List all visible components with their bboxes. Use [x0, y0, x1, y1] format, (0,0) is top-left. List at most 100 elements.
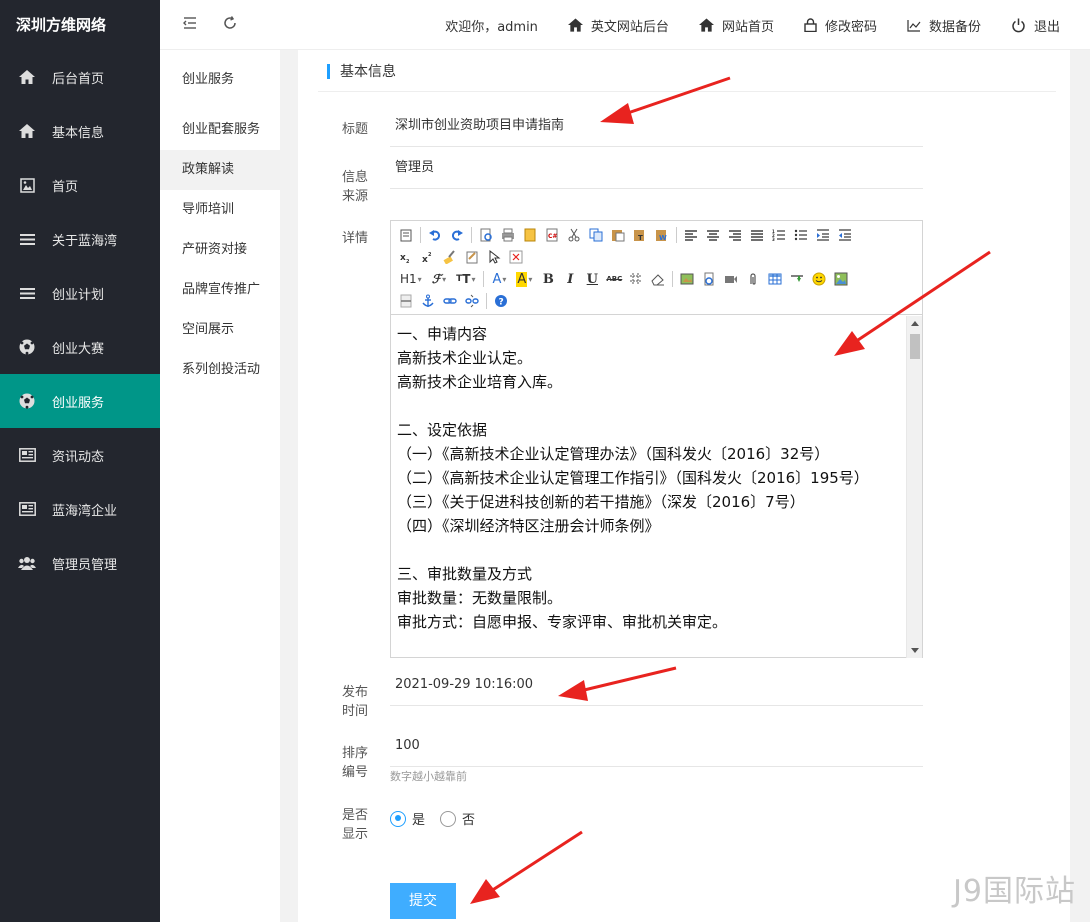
help-icon[interactable]: ? — [493, 293, 509, 309]
template-icon[interactable] — [522, 227, 538, 243]
align-center-icon[interactable] — [705, 227, 721, 243]
submenu-item-1[interactable]: 创业配套服务 — [160, 110, 280, 150]
attach-file-icon[interactable] — [701, 271, 717, 287]
publish-time-input[interactable]: 2021-09-29 10:16:00 — [390, 668, 923, 706]
home-icon — [567, 18, 587, 32]
submit-button[interactable]: 提交 — [390, 883, 456, 919]
scroll-down-arrow-icon[interactable] — [911, 648, 919, 653]
scroll-up-arrow-icon[interactable] — [911, 321, 919, 326]
highlight-color-dropdown[interactable]: A ▾ — [514, 271, 534, 287]
cut-icon[interactable] — [566, 227, 582, 243]
ordered-list-icon[interactable]: 123 — [771, 227, 787, 243]
submenu-item-3[interactable]: 导师培训 — [160, 190, 280, 230]
indent-icon[interactable] — [815, 227, 831, 243]
sidebar-item-3[interactable]: 关于蓝海湾 — [0, 212, 160, 266]
top-link-4[interactable]: 退出 — [1011, 16, 1060, 35]
submenu-item-0[interactable]: 创业服务 — [160, 60, 280, 100]
emoji-icon[interactable] — [811, 271, 827, 287]
title-input[interactable]: 深圳市创业资助项目申请指南 — [390, 109, 923, 147]
refresh-icon[interactable] — [222, 15, 240, 33]
sidebar-item-5[interactable]: 创业大赛 — [0, 320, 160, 374]
show-yes-radio[interactable]: 是 — [390, 809, 425, 828]
collapse-menu-icon[interactable] — [182, 15, 200, 33]
align-justify-icon[interactable] — [749, 227, 765, 243]
video-icon[interactable] — [723, 271, 739, 287]
submenu-item-2[interactable]: 政策解读 — [160, 150, 280, 190]
sidebar-item-9[interactable]: 管理员管理 — [0, 536, 160, 590]
top-link-0[interactable]: 英文网站后台 — [567, 16, 669, 35]
quick-format-icon[interactable] — [464, 249, 480, 265]
sidebar-item-0[interactable]: 后台首页 — [0, 50, 160, 104]
paste-text-icon[interactable]: T — [632, 227, 648, 243]
font-size-dropdown[interactable]: T T ▾ — [454, 271, 477, 287]
anchor-icon[interactable] — [420, 293, 436, 309]
sidebar-item-1[interactable]: 基本信息 — [0, 104, 160, 158]
strikethrough-icon[interactable]: ABC — [606, 271, 622, 287]
heading-dropdown[interactable]: H1 ▾ — [398, 271, 424, 287]
horizontal-rule-icon[interactable] — [398, 293, 414, 309]
subscript-icon[interactable]: x2 — [398, 249, 414, 265]
submenu-item-6[interactable]: 空间展示 — [160, 310, 280, 350]
code-icon[interactable]: C# — [544, 227, 560, 243]
source-input[interactable]: 管理员 — [390, 151, 923, 189]
clear-doc-icon[interactable] — [508, 249, 524, 265]
section-title: 基本信息 — [340, 64, 396, 80]
submenu-item-5[interactable]: 品牌宣传推广 — [160, 270, 280, 310]
content-line: 高新技术企业培育入库。 — [397, 373, 563, 391]
toolbar-separator — [676, 227, 677, 243]
submenu-item-4[interactable]: 产研资对接 — [160, 230, 280, 270]
italic-icon[interactable]: I — [562, 271, 578, 287]
submenu-item-7[interactable]: 系列创投活动 — [160, 350, 280, 390]
redo-icon[interactable] — [449, 227, 465, 243]
image-icon — [18, 177, 36, 193]
page-break-icon[interactable] — [789, 271, 805, 287]
copy-icon[interactable] — [588, 227, 604, 243]
section-accent-bar — [327, 64, 330, 79]
home-icon — [698, 18, 718, 32]
superscript-icon[interactable]: x2 — [420, 249, 436, 265]
font-color-dropdown[interactable]: A ▾ — [490, 271, 508, 287]
link-icon[interactable] — [442, 293, 458, 309]
align-right-icon[interactable] — [727, 227, 743, 243]
table-insert-icon[interactable] — [628, 271, 644, 287]
sidebar-item-7[interactable]: 资讯动态 — [0, 428, 160, 482]
sidebar-item-label: 关于蓝海湾 — [52, 233, 118, 249]
editor-scrollbar[interactable] — [906, 316, 922, 658]
editor-content[interactable]: 一、申请内容 高新技术企业认定。 高新技术企业培育入库。 二、设定依据 （一）《高新技术… — [391, 316, 907, 658]
sort-order-input[interactable]: 100 — [390, 729, 923, 767]
font-family-dropdown[interactable]: ℱ ▾ — [430, 271, 448, 287]
toolbar-row: H1 ▾ ℱ ▾ T T ▾ A ▾ A ▾ B I U ABC — [395, 268, 918, 290]
show-no-radio[interactable]: 否 — [440, 809, 475, 828]
detail-label: 详情 — [342, 231, 369, 246]
top-link-2[interactable]: 修改密码 — [804, 16, 877, 35]
bold-icon[interactable]: B — [540, 271, 556, 287]
sidebar-item-8[interactable]: 蓝海湾企业 — [0, 482, 160, 536]
underline-icon[interactable]: U — [584, 271, 600, 287]
preview-icon[interactable] — [478, 227, 494, 243]
paperclip-icon[interactable] — [745, 271, 761, 287]
paste-word-icon[interactable]: W — [654, 227, 670, 243]
top-link-3[interactable]: 数据备份 — [907, 16, 981, 35]
top-link-1[interactable]: 网站首页 — [698, 16, 774, 35]
print-icon[interactable] — [500, 227, 516, 243]
section-header: 基本信息 — [318, 58, 1056, 92]
format-brush-icon[interactable] — [442, 249, 458, 265]
table-icon[interactable] — [767, 271, 783, 287]
outdent-icon[interactable] — [837, 227, 853, 243]
picture-icon[interactable] — [833, 271, 849, 287]
unlink-icon[interactable] — [464, 293, 480, 309]
select-all-icon[interactable] — [486, 249, 502, 265]
sidebar-item-4[interactable]: 创业计划 — [0, 266, 160, 320]
unordered-list-icon[interactable] — [793, 227, 809, 243]
scrollbar-thumb[interactable] — [910, 334, 920, 359]
align-left-icon[interactable] — [683, 227, 699, 243]
eraser-icon[interactable] — [650, 271, 666, 287]
undo-icon[interactable] — [427, 227, 443, 243]
toolbar-separator — [420, 227, 421, 243]
paste-icon[interactable] — [610, 227, 626, 243]
source-code-icon[interactable] — [398, 227, 414, 243]
sidebar-item-6[interactable]: 创业服务 — [0, 374, 160, 428]
sidebar-item-2[interactable]: 首页 — [0, 158, 160, 212]
news-icon — [18, 501, 36, 517]
image-upload-icon[interactable] — [679, 271, 695, 287]
